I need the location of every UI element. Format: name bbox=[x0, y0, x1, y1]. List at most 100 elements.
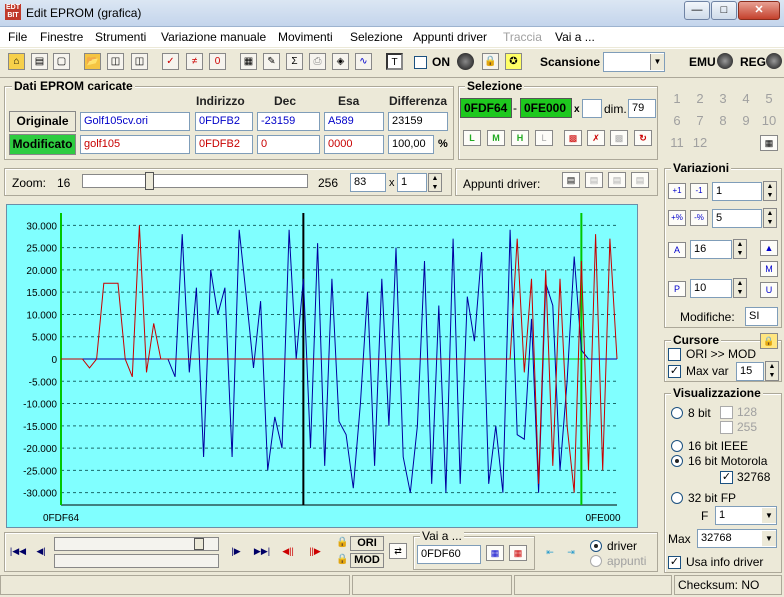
max-chevron-down-icon[interactable]: ▼ bbox=[762, 531, 776, 546]
runner-icon[interactable]: ✪ bbox=[505, 53, 522, 70]
menu-appunti-driver[interactable]: Appunti driver bbox=[413, 30, 487, 44]
modificato-diff-field[interactable]: 100,00 bbox=[388, 135, 434, 154]
variazione-1-spinner[interactable]: ▲ ▼ bbox=[763, 181, 777, 201]
max-var-checkbox[interactable]: ✓ bbox=[668, 365, 681, 378]
fp32-radio[interactable] bbox=[671, 492, 683, 504]
max-var-field[interactable]: 15 bbox=[736, 362, 764, 381]
set-value-icon[interactable]: A bbox=[668, 242, 686, 258]
set-value-a-icon[interactable]: ▲ bbox=[760, 240, 778, 256]
prev-marker-icon[interactable]: ◀|| bbox=[278, 546, 298, 560]
clipboard-icon[interactable]: ▤ bbox=[562, 172, 580, 188]
add-increment-icon[interactable]: +1 bbox=[668, 183, 686, 199]
variazione-4-spinner[interactable]: ▲ ▼ bbox=[733, 278, 747, 298]
variazione-4-field[interactable]: 10 bbox=[690, 279, 732, 298]
cut-selection-icon[interactable]: ✗ bbox=[587, 130, 605, 146]
select-middle-icon[interactable]: M bbox=[487, 130, 505, 146]
v32768-checkbox[interactable]: ✓ bbox=[720, 471, 733, 484]
ori-button[interactable]: ORI bbox=[350, 536, 384, 551]
variazione-2-spinner[interactable]: ▲ ▼ bbox=[763, 208, 777, 228]
maximize-button[interactable]: □ bbox=[711, 1, 737, 20]
next-page-icon[interactable]: |▶ bbox=[226, 546, 246, 560]
minimize-button[interactable]: — bbox=[684, 1, 710, 20]
originale-diff-field[interactable]: 23159 bbox=[388, 112, 448, 131]
grid-table-icon[interactable]: ▦ bbox=[760, 135, 778, 151]
goto-icon[interactable]: ▦ bbox=[486, 545, 504, 561]
percent-apply-icon[interactable]: P bbox=[668, 281, 686, 297]
originale-address-field[interactable]: 0FDFB2 bbox=[195, 112, 253, 131]
set-value-u-icon[interactable]: U bbox=[760, 282, 778, 298]
menu-variazione-manuale[interactable]: Variazione manuale bbox=[161, 30, 266, 44]
save-all-icon[interactable]: ◫ bbox=[131, 53, 148, 70]
selezione-from-field[interactable]: 0FDF64 bbox=[460, 98, 512, 118]
modificato-button[interactable]: Modificato bbox=[9, 134, 76, 155]
calculator-icon[interactable]: ▦ bbox=[240, 53, 257, 70]
sum-icon[interactable]: Σ bbox=[286, 53, 303, 70]
copy-selection-icon[interactable]: ▩ bbox=[564, 130, 582, 146]
variazione-1-field[interactable]: 1 bbox=[712, 182, 762, 201]
color-fill-icon[interactable]: ◈ bbox=[332, 53, 349, 70]
move-left-icon[interactable]: ⇤ bbox=[541, 545, 559, 561]
variazione-3-field[interactable]: 16 bbox=[690, 240, 732, 259]
chevron-down-icon[interactable]: ▼ bbox=[650, 54, 664, 70]
originale-dec-field[interactable]: -23159 bbox=[257, 112, 320, 131]
sub-increment-icon[interactable]: -1 bbox=[690, 183, 708, 199]
goto-back-icon[interactable]: ▦ bbox=[509, 545, 527, 561]
windows-icon[interactable]: ▤ bbox=[31, 53, 48, 70]
graph-icon[interactable]: ∿ bbox=[355, 53, 372, 70]
prev-page-icon[interactable]: ◀| bbox=[31, 546, 51, 560]
modificato-address-field[interactable]: 0FDFB2 bbox=[195, 135, 253, 154]
swap-ori-mod-icon[interactable]: ⇄ bbox=[389, 543, 407, 559]
cursor-lock-icon[interactable]: 🔒 bbox=[760, 333, 778, 349]
menu-selezione[interactable]: Selezione bbox=[350, 30, 403, 44]
selezione-multiplier-field[interactable] bbox=[582, 99, 602, 118]
menu-strumenti[interactable]: Strumenti bbox=[95, 30, 146, 44]
save-icon[interactable]: ◫ bbox=[107, 53, 124, 70]
ieee-radio[interactable] bbox=[671, 440, 683, 452]
modificato-esa-field[interactable]: 0000 bbox=[324, 135, 384, 154]
select-right-icon[interactable]: H bbox=[511, 130, 529, 146]
first-page-icon[interactable]: |◀◀ bbox=[8, 546, 28, 560]
motorola-radio[interactable] bbox=[671, 455, 683, 467]
next-marker-icon[interactable]: ||▶ bbox=[305, 546, 325, 560]
dim-field[interactable]: 79 bbox=[628, 99, 656, 118]
max-var-spinner[interactable]: ▲ ▼ bbox=[765, 361, 779, 381]
ori-mod-checkbox[interactable] bbox=[668, 348, 681, 361]
lock-icon[interactable]: 🔒 bbox=[482, 53, 499, 70]
zoom-multiplier-field[interactable]: 1 bbox=[397, 173, 427, 192]
zero-icon[interactable]: 0 bbox=[209, 53, 226, 70]
originale-esa-field[interactable]: A589 bbox=[324, 112, 384, 131]
reset-selection-icon[interactable]: ↻ bbox=[634, 130, 652, 146]
zoom-multiplier-spinner[interactable]: ▲ ▼ bbox=[428, 173, 442, 192]
variazione-2-field[interactable]: 5 bbox=[712, 209, 762, 228]
select-left-icon[interactable]: L bbox=[463, 130, 481, 146]
compare-icon[interactable]: ≠ bbox=[186, 53, 203, 70]
text-mode-icon[interactable]: T bbox=[386, 53, 403, 70]
close-button[interactable]: ✕ bbox=[738, 1, 780, 20]
driver-radio[interactable] bbox=[590, 540, 602, 552]
checklist-icon[interactable]: ✓ bbox=[162, 53, 179, 70]
on-checkbox[interactable] bbox=[414, 56, 427, 69]
zoom-slider-thumb[interactable] bbox=[144, 172, 154, 190]
menu-file[interactable]: File bbox=[8, 30, 27, 44]
menu-finestre[interactable]: Finestre bbox=[40, 30, 83, 44]
selezione-to-field[interactable]: 0FE000 bbox=[520, 98, 572, 118]
add-percent-icon[interactable]: +% bbox=[668, 210, 686, 226]
last-page-icon[interactable]: ▶▶| bbox=[252, 546, 272, 560]
open-folder-icon[interactable]: 📂 bbox=[84, 53, 101, 70]
f-chevron-down-icon[interactable]: ▼ bbox=[762, 508, 776, 523]
variazione-3-spinner[interactable]: ▲ ▼ bbox=[733, 239, 747, 259]
sub-percent-icon[interactable]: -% bbox=[690, 210, 708, 226]
modificato-file-field[interactable]: golf105 bbox=[80, 135, 190, 154]
zoom-value-field[interactable]: 83 bbox=[350, 173, 386, 192]
window-icon[interactable]: ▢ bbox=[53, 53, 70, 70]
bit8-radio[interactable] bbox=[671, 407, 683, 419]
modificato-dec-field[interactable]: 0 bbox=[257, 135, 320, 154]
menu-movimenti[interactable]: Movimenti bbox=[278, 30, 333, 44]
originale-button[interactable]: Originale bbox=[9, 111, 76, 132]
move-right-icon[interactable]: ⇥ bbox=[562, 545, 580, 561]
originale-file-field[interactable]: Golf105cv.ori bbox=[80, 112, 190, 131]
scrollbar-top-thumb[interactable] bbox=[194, 538, 204, 550]
menu-vai-a[interactable]: Vai a ... bbox=[555, 30, 595, 44]
mod-button[interactable]: MOD bbox=[350, 553, 384, 568]
zoom-slider[interactable] bbox=[82, 174, 308, 188]
